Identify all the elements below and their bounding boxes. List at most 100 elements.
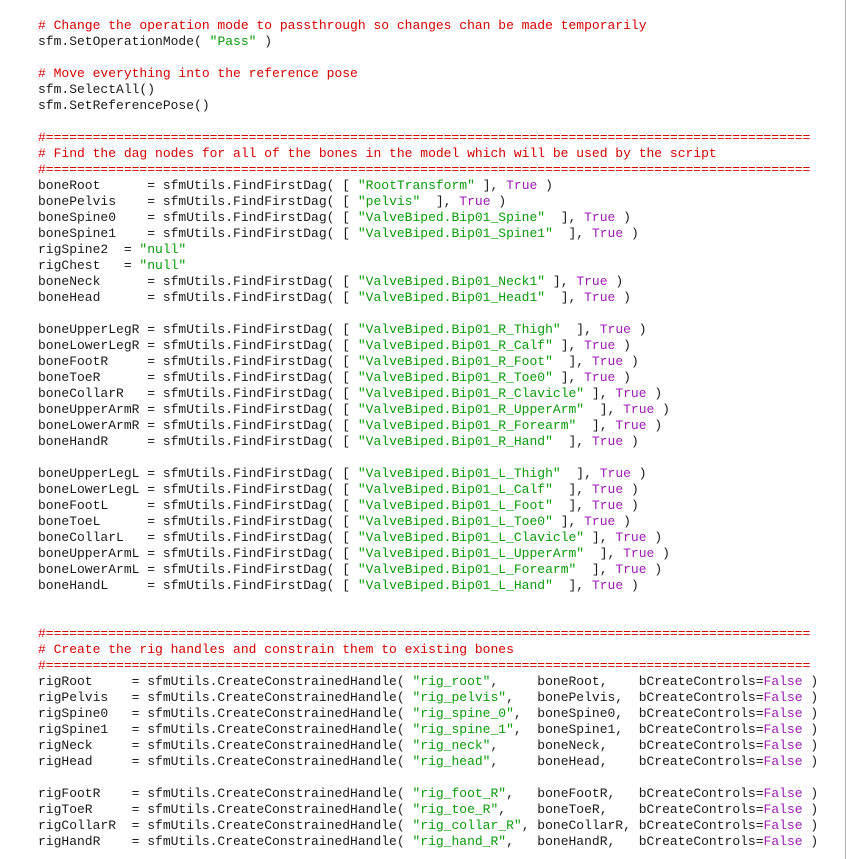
code-line[interactable]: boneUpperArmR = sfmUtils.FindFirstDag( [… (38, 402, 818, 418)
code-text: boneCollarR = sfmUtils.FindFirstDag( [ (38, 386, 358, 401)
code-keyword: True (591, 354, 624, 369)
code-line[interactable]: #=======================================… (38, 626, 818, 642)
code-line[interactable] (38, 594, 818, 610)
code-line[interactable]: rigCollarR = sfmUtils.CreateConstrainedH… (38, 818, 818, 834)
code-text: ) (623, 434, 639, 449)
code-string: "ValveBiped.Bip01_L_Hand" (357, 578, 553, 593)
code-text: rigFootR = sfmUtils.CreateConstrainedHan… (38, 786, 413, 801)
code-comment: # Change the operation mode to passthrou… (38, 18, 647, 33)
code-text: ], (584, 386, 616, 401)
code-line[interactable]: sfm.SetReferencePose() (38, 98, 818, 114)
code-line[interactable]: rigChest = "null" (38, 258, 818, 274)
code-line[interactable]: bonePelvis = sfmUtils.FindFirstDag( [ "p… (38, 194, 818, 210)
code-line[interactable]: #=======================================… (38, 130, 818, 146)
code-line[interactable]: #=======================================… (38, 658, 818, 674)
code-text: ], (584, 402, 624, 417)
code-text: ) (630, 466, 647, 481)
code-text: ) (802, 786, 819, 801)
code-line[interactable]: rigToeR = sfmUtils.CreateConstrainedHand… (38, 802, 818, 818)
code-line[interactable]: rigNeck = sfmUtils.CreateConstrainedHand… (38, 738, 818, 754)
code-line[interactable]: sfm.SelectAll() (38, 82, 818, 98)
code-line[interactable]: boneCollarL = sfmUtils.FindFirstDag( [ "… (38, 530, 818, 546)
code-line[interactable]: boneCollarR = sfmUtils.FindFirstDag( [ "… (38, 386, 818, 402)
code-text: rigSpine2 = (38, 242, 140, 257)
code-string: "rig_head" (412, 754, 491, 769)
code-keyword: False (763, 754, 803, 769)
code-line[interactable]: rigHead = sfmUtils.CreateConstrainedHand… (38, 754, 818, 770)
code-string: "ValveBiped.Bip01_L_Clavicle" (357, 530, 585, 545)
code-keyword: False (763, 738, 803, 753)
code-line[interactable]: boneToeL = sfmUtils.FindFirstDag( [ "Val… (38, 514, 818, 530)
code-line[interactable]: # Change the operation mode to passthrou… (38, 18, 818, 34)
code-text: boneUpperLegR = sfmUtils.FindFirstDag( [ (38, 322, 358, 337)
code-line[interactable]: rigRoot = sfmUtils.CreateConstrainedHand… (38, 674, 818, 690)
code-text: rigChest = (38, 258, 140, 273)
code-text: ) (802, 818, 819, 833)
code-text: ) (802, 738, 819, 753)
code-line[interactable]: boneUpperLegL = sfmUtils.FindFirstDag( [… (38, 466, 818, 482)
code-string: "rig_foot_R" (412, 786, 507, 801)
code-line[interactable]: # Move everything into the reference pos… (38, 66, 818, 82)
code-line[interactable]: boneFootR = sfmUtils.FindFirstDag( [ "Va… (38, 354, 818, 370)
code-line[interactable]: boneSpine0 = sfmUtils.FindFirstDag( [ "V… (38, 210, 818, 226)
code-line[interactable]: rigHandR = sfmUtils.CreateConstrainedHan… (38, 834, 818, 850)
code-line[interactable]: # Find the dag nodes for all of the bone… (38, 146, 818, 162)
code-keyword: True (506, 178, 538, 193)
code-string: "ValveBiped.Bip01_Neck1" (357, 274, 546, 289)
code-string: "ValveBiped.Bip01_R_Clavicle" (357, 386, 585, 401)
code-line[interactable] (38, 770, 818, 786)
code-text: ], (474, 178, 507, 193)
code-line[interactable]: # Create the rig handles and constrain t… (38, 642, 818, 658)
code-text: ) (623, 354, 639, 369)
code-line[interactable] (38, 610, 818, 626)
code-line[interactable]: boneUpperArmL = sfmUtils.FindFirstDag( [… (38, 546, 818, 562)
code-line[interactable]: sfm.SetOperationMode( "Pass" ) (38, 34, 818, 50)
code-text: ) (802, 834, 819, 849)
code-line[interactable]: boneHandL = sfmUtils.FindFirstDag( [ "Va… (38, 578, 818, 594)
code-editor[interactable]: # Change the operation mode to passthrou… (0, 0, 846, 859)
code-line[interactable]: rigSpine1 = sfmUtils.CreateConstrainedHa… (38, 722, 818, 738)
code-string: "rig_pelvis" (412, 690, 507, 705)
code-comment: # Find the dag nodes for all of the bone… (38, 146, 717, 161)
code-text: ) (802, 690, 819, 705)
code-text: boneLowerLegR = sfmUtils.FindFirstDag( [ (38, 338, 358, 353)
code-line[interactable]: boneRoot = sfmUtils.FindFirstDag( [ "Roo… (38, 178, 818, 194)
code-text: ], (545, 290, 585, 305)
code-text: ) (654, 402, 670, 417)
code-string: "rig_hand_R" (412, 834, 507, 849)
code-line[interactable]: rigFootR = sfmUtils.CreateConstrainedHan… (38, 786, 818, 802)
code-line[interactable] (38, 306, 818, 322)
code-keyword: True (599, 322, 631, 337)
code-line[interactable]: boneHandR = sfmUtils.FindFirstDag( [ "Va… (38, 434, 818, 450)
code-line[interactable]: boneUpperLegR = sfmUtils.FindFirstDag( [… (38, 322, 818, 338)
code-line[interactable]: boneNeck = sfmUtils.FindFirstDag( [ "Val… (38, 274, 818, 290)
code-string: "RootTransform" (357, 178, 475, 193)
code-line[interactable] (38, 450, 818, 466)
code-line[interactable] (38, 114, 818, 130)
code-text: , boneHead, bCreateControls= (490, 754, 764, 769)
code-text: ) (646, 562, 663, 577)
code-line[interactable]: boneHead = sfmUtils.FindFirstDag( [ "Val… (38, 290, 818, 306)
code-string: "Pass" (209, 34, 257, 49)
code-text: rigRoot = sfmUtils.CreateConstrainedHand… (38, 674, 413, 689)
code-text: boneUpperLegL = sfmUtils.FindFirstDag( [ (38, 466, 358, 481)
code-line[interactable]: rigSpine2 = "null" (38, 242, 818, 258)
code-text: boneHead = sfmUtils.FindFirstDag( [ (38, 290, 358, 305)
code-line[interactable]: boneToeR = sfmUtils.FindFirstDag( [ "Val… (38, 370, 818, 386)
code-line[interactable]: boneFootL = sfmUtils.FindFirstDag( [ "Va… (38, 498, 818, 514)
code-line[interactable]: boneLowerArmR = sfmUtils.FindFirstDag( [… (38, 418, 818, 434)
code-string: "ValveBiped.Bip01_L_Thigh" (357, 466, 561, 481)
code-line[interactable]: rigPelvis = sfmUtils.CreateConstrainedHa… (38, 690, 818, 706)
code-keyword: False (763, 786, 803, 801)
code-text: boneSpine1 = sfmUtils.FindFirstDag( [ (38, 226, 358, 241)
code-line[interactable]: boneLowerLegR = sfmUtils.FindFirstDag( [… (38, 338, 818, 354)
code-line[interactable]: boneSpine1 = sfmUtils.FindFirstDag( [ "V… (38, 226, 818, 242)
code-keyword: True (615, 386, 647, 401)
code-line[interactable]: boneLowerLegL = sfmUtils.FindFirstDag( [… (38, 482, 818, 498)
code-keyword: True (459, 194, 491, 209)
code-line[interactable]: #=======================================… (38, 162, 818, 178)
code-line[interactable]: rigSpine0 = sfmUtils.CreateConstrainedHa… (38, 706, 818, 722)
code-line[interactable]: boneLowerArmL = sfmUtils.FindFirstDag( [… (38, 562, 818, 578)
code-area[interactable]: # Change the operation mode to passthrou… (38, 18, 818, 850)
code-line[interactable] (38, 50, 818, 66)
